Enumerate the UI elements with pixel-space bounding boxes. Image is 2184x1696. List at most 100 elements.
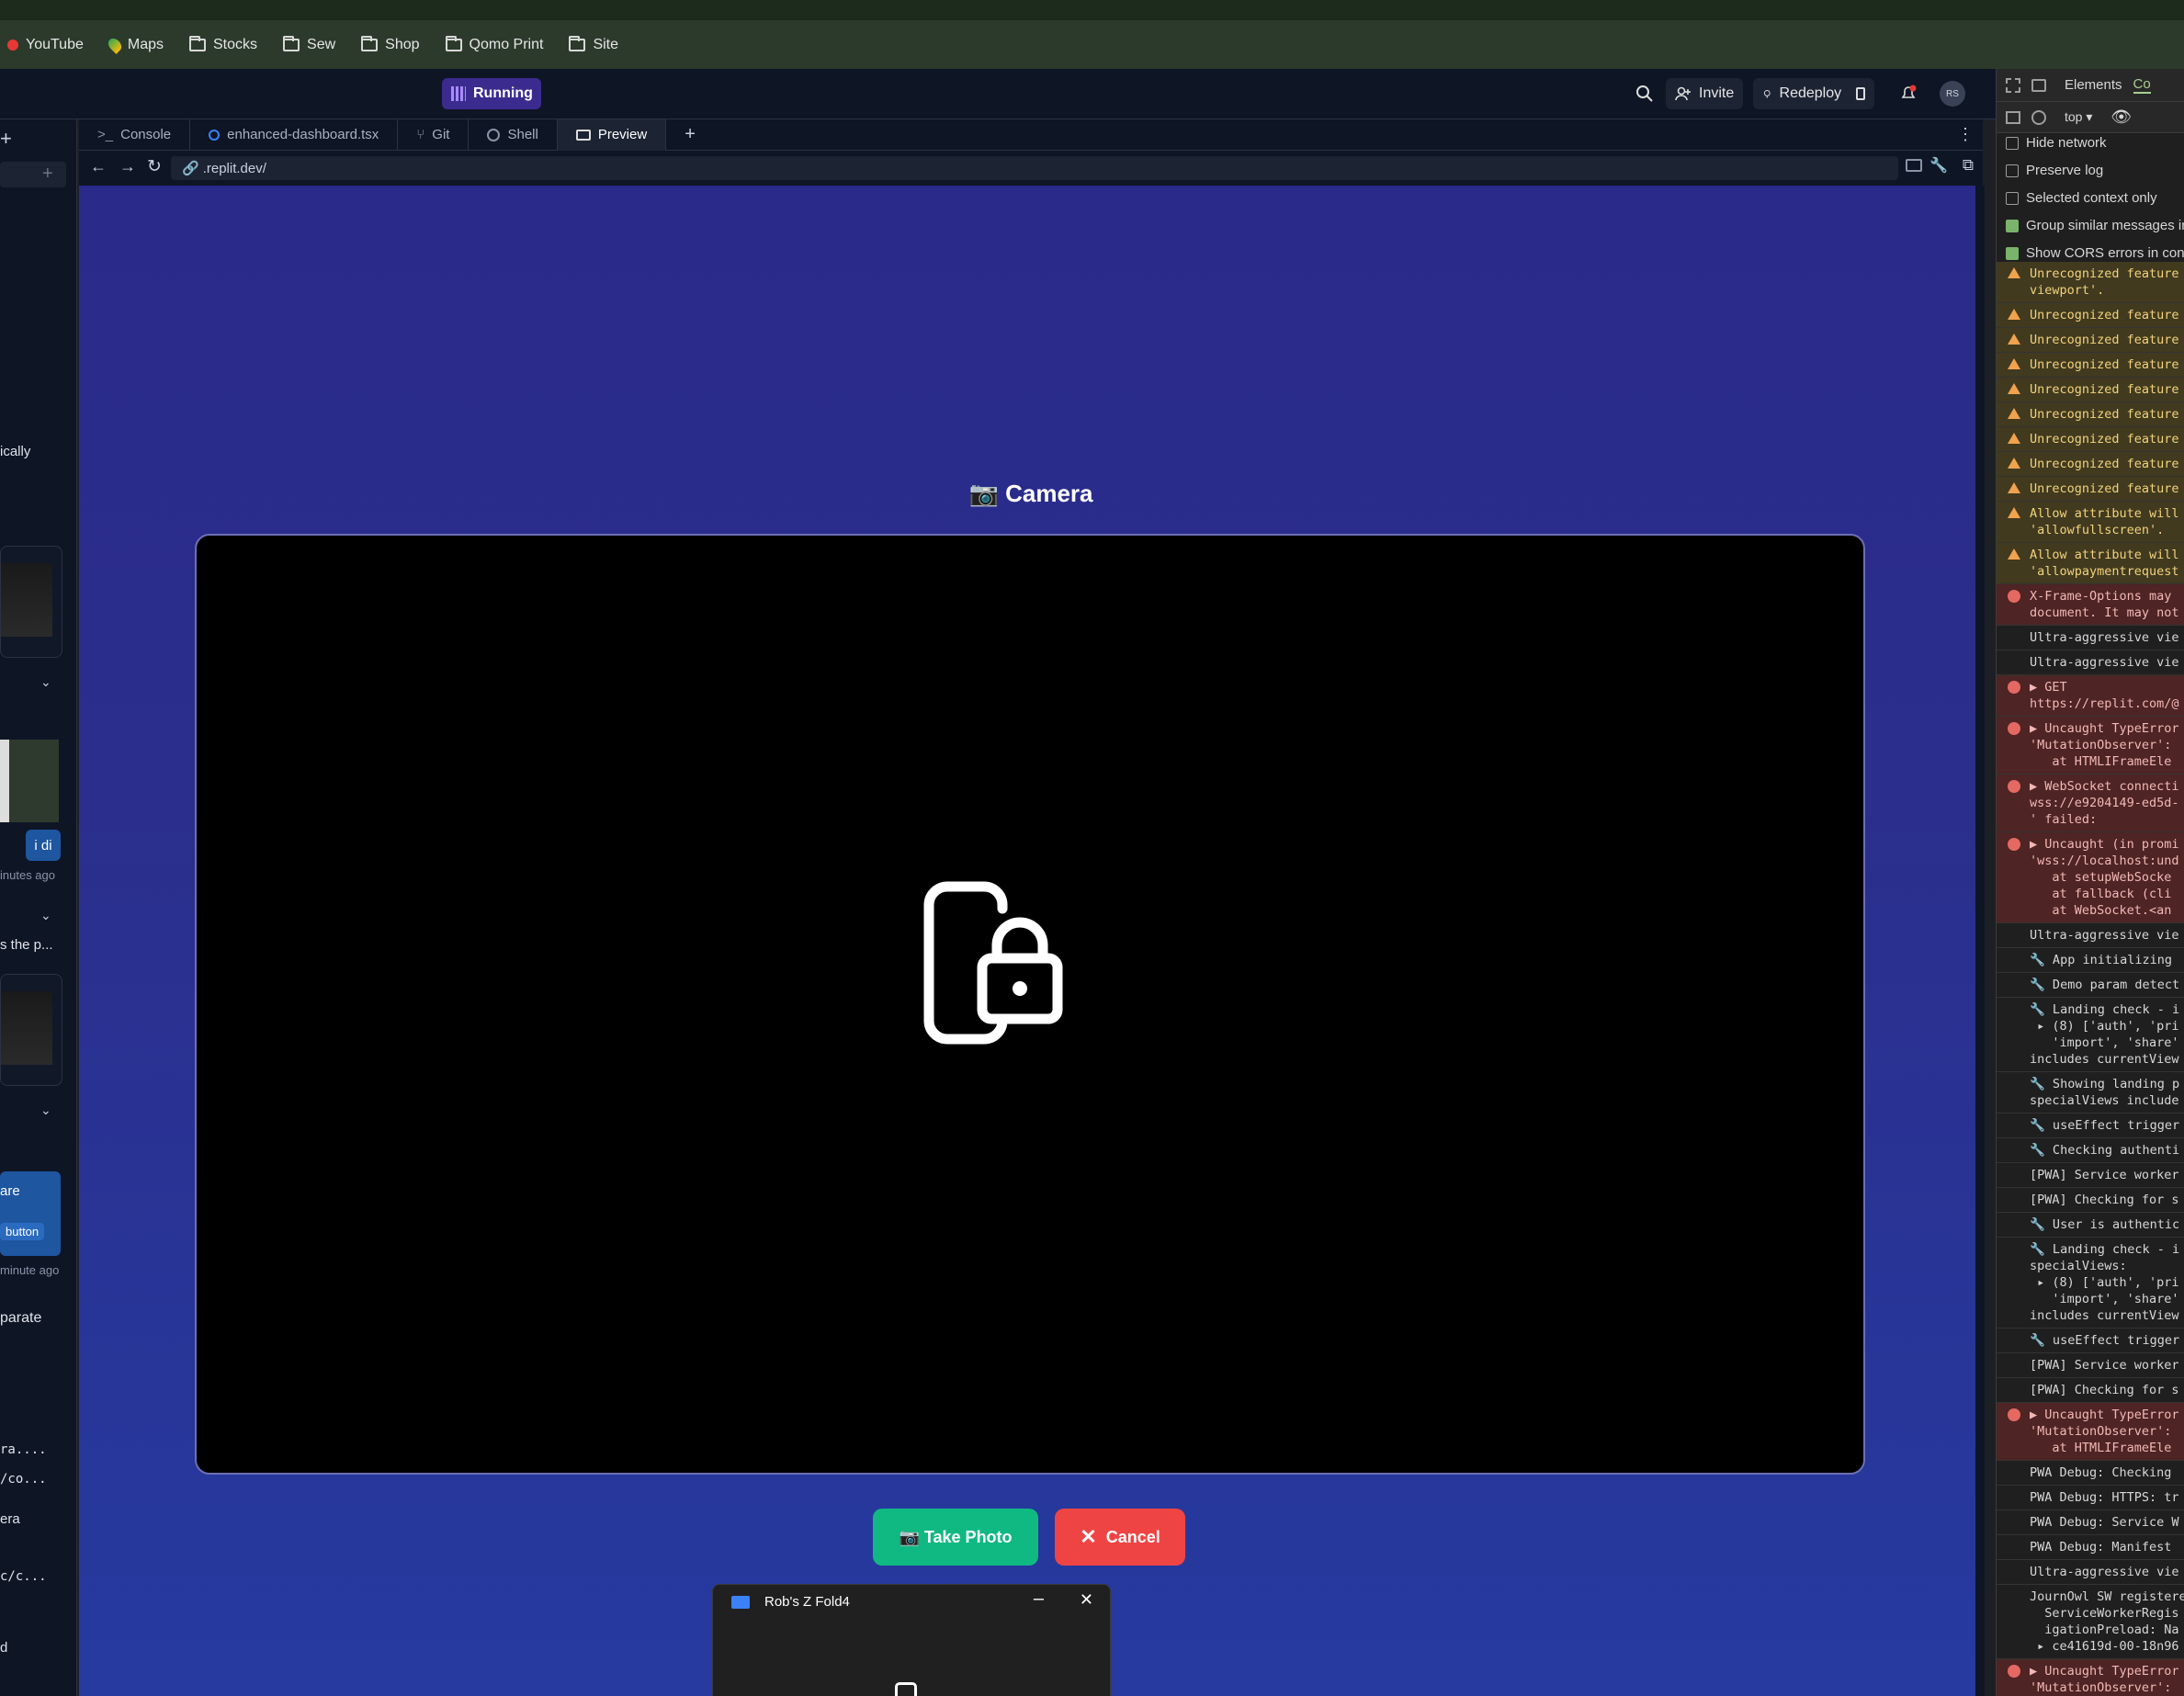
console-message[interactable]: Ultra-aggressive vie bbox=[1997, 1560, 2184, 1585]
tab-elements[interactable]: Elements bbox=[2065, 77, 2122, 93]
console-message[interactable]: 🔧 Landing check - i specialViews: ▸ (8) … bbox=[1997, 1238, 2184, 1329]
bookmark-youtube[interactable]: YouTube bbox=[0, 27, 96, 63]
bell-icon[interactable] bbox=[1898, 84, 1918, 104]
console-message[interactable]: 🔧 Demo param detect bbox=[1997, 973, 2184, 998]
console-warning[interactable]: Unrecognized feature bbox=[1997, 353, 2184, 378]
add-icon[interactable]: + bbox=[0, 127, 12, 151]
chevron-down-icon[interactable]: ⌄ bbox=[40, 908, 51, 923]
file-item[interactable]: ra.... bbox=[0, 1442, 47, 1457]
console-message[interactable]: 🔧 User is authentic bbox=[1997, 1213, 2184, 1238]
console-message[interactable]: 🔧 Landing check - i ▸ (8) ['auth', 'pri … bbox=[1997, 998, 2184, 1072]
console-message[interactable]: [PWA] Service worker bbox=[1997, 1353, 2184, 1378]
console-message[interactable]: Ultra-aggressive vie bbox=[1997, 923, 2184, 948]
new-item-icon[interactable]: + bbox=[42, 164, 53, 185]
run-status-button[interactable]: Running bbox=[442, 78, 541, 109]
checkbox[interactable] bbox=[2006, 164, 2019, 177]
console-error[interactable]: ▶ Uncaught TypeError 'MutationObserver':… bbox=[1997, 1403, 2184, 1461]
wrench-icon[interactable]: 🔧 bbox=[1929, 156, 1948, 175]
console-error[interactable]: X-Frame-Options may document. It may not bbox=[1997, 584, 2184, 626]
screenshot-thumbnail[interactable] bbox=[0, 974, 62, 1086]
console-message[interactable]: PWA Debug: Checking bbox=[1997, 1461, 2184, 1486]
cancel-button[interactable]: ✕ Cancel bbox=[1055, 1509, 1185, 1566]
console-error[interactable]: ▶ Uncaught TypeError 'MutationObserver':… bbox=[1997, 717, 2184, 775]
console-message[interactable]: 🔧 Showing landing p specialViews include bbox=[1997, 1072, 2184, 1114]
chevron-down-icon[interactable]: ⌄ bbox=[40, 674, 51, 690]
minimize-icon[interactable]: – bbox=[1034, 1589, 1044, 1610]
hide-network-option[interactable]: Hide network bbox=[2006, 135, 2107, 151]
checkbox[interactable] bbox=[2006, 191, 2019, 205]
tab-enhanced-dashboard[interactable]: enhanced-dashboard.tsx bbox=[190, 119, 399, 151]
devices-icon[interactable] bbox=[1906, 159, 1922, 172]
search-icon[interactable] bbox=[1635, 84, 1655, 104]
console-message[interactable]: [PWA] Checking for s bbox=[1997, 1378, 2184, 1403]
eye-icon[interactable]: 👁 bbox=[2110, 107, 2132, 127]
console-error[interactable]: ▶ Uncaught (in promi 'wss://localhost:un… bbox=[1997, 832, 2184, 923]
console-warning[interactable]: Unrecognized feature bbox=[1997, 378, 2184, 402]
tab-console[interactable]: >_ Console bbox=[79, 119, 191, 151]
context-select[interactable]: top ▾ bbox=[2065, 109, 2092, 125]
device-toolbar-icon[interactable] bbox=[2031, 78, 2046, 92]
console-error[interactable]: ▶ GET https://replit.com/@ bbox=[1997, 675, 2184, 717]
console-warning[interactable]: Unrecognized feature bbox=[1997, 328, 2184, 353]
console-warning[interactable]: Unrecognized feature bbox=[1997, 303, 2184, 328]
tab-preview[interactable]: Preview bbox=[557, 119, 667, 151]
console-error[interactable]: ▶ Uncaught TypeError 'MutationObserver':… bbox=[1997, 1659, 2184, 1696]
console-message[interactable]: Ultra-aggressive vie bbox=[1997, 650, 2184, 675]
console-message[interactable]: PWA Debug: Service W bbox=[1997, 1510, 2184, 1535]
reload-icon[interactable]: ↻ bbox=[147, 156, 162, 177]
chevron-down-icon[interactable]: ⌄ bbox=[40, 1102, 51, 1118]
console-warning[interactable]: Allow attribute will 'allowfullscreen'. bbox=[1997, 502, 2184, 543]
inspect-icon[interactable] bbox=[2006, 77, 2020, 93]
console-warning[interactable]: Unrecognized feature bbox=[1997, 402, 2184, 427]
bookmark-sew[interactable]: Sew bbox=[270, 27, 348, 63]
preserve-log-option[interactable]: Preserve log bbox=[2006, 163, 2103, 178]
console-warning[interactable]: Allow attribute will 'allowpaymentreques… bbox=[1997, 543, 2184, 584]
tab-git[interactable]: ⑂ Git bbox=[398, 119, 470, 151]
show-cors-option[interactable]: Show CORS errors in conso bbox=[2006, 245, 2184, 261]
bookmark-qomo-print[interactable]: Qomo Print bbox=[433, 27, 557, 63]
console-warning[interactable]: Unrecognized feature bbox=[1997, 477, 2184, 502]
open-external-icon[interactable]: ⧉ bbox=[1963, 156, 1974, 175]
console-message[interactable]: 🔧 useEffect trigger bbox=[1997, 1114, 2184, 1138]
chat-input[interactable] bbox=[0, 162, 66, 187]
url-field[interactable]: 🔗 .replit.dev/ bbox=[171, 156, 1898, 180]
console-message[interactable]: PWA Debug: HTTPS: tr bbox=[1997, 1486, 2184, 1510]
console-message[interactable]: 🔧 useEffect trigger bbox=[1997, 1329, 2184, 1353]
console-message[interactable]: 🔧 App initializing bbox=[1997, 948, 2184, 973]
forward-arrow-icon[interactable]: → bbox=[119, 157, 136, 176]
preview-scrollbar[interactable] bbox=[1975, 186, 1985, 1696]
selected-context-option[interactable]: Selected context only bbox=[2006, 190, 2157, 206]
checkbox-checked[interactable] bbox=[2006, 246, 2019, 260]
file-item[interactable]: /co... bbox=[0, 1472, 47, 1487]
sidebar-icon[interactable] bbox=[2006, 110, 2020, 124]
console-warning[interactable]: Unrecognized feature viewport'. bbox=[1997, 262, 2184, 303]
screenshot-thumbnail[interactable] bbox=[0, 740, 59, 822]
file-item[interactable]: c/c... bbox=[0, 1569, 47, 1584]
console-message[interactable]: 🔧 Checking authenti bbox=[1997, 1138, 2184, 1163]
console-warning[interactable]: Unrecognized feature bbox=[1997, 427, 2184, 452]
bookmark-stocks[interactable]: Stocks bbox=[176, 27, 270, 63]
checkbox-checked[interactable] bbox=[2006, 219, 2019, 232]
bookmark-site[interactable]: Site bbox=[556, 27, 631, 63]
console-message[interactable]: JournOwl SW registere ServiceWorkerRegis… bbox=[1997, 1585, 2184, 1659]
add-tab-button[interactable]: + bbox=[666, 119, 714, 151]
redeploy-button[interactable]: Redeploy bbox=[1753, 78, 1874, 109]
tab-console[interactable]: Co bbox=[2133, 76, 2151, 94]
bookmark-shop[interactable]: Shop bbox=[348, 27, 432, 63]
console-message[interactable]: [PWA] Checking for s bbox=[1997, 1188, 2184, 1213]
clear-console-icon[interactable] bbox=[2031, 109, 2046, 125]
more-options-icon[interactable]: ⋮ bbox=[1957, 125, 1974, 144]
console-error[interactable]: ▶ WebSocket connecti wss://e9204149-ed5d… bbox=[1997, 775, 2184, 832]
console-message[interactable]: Ultra-aggressive vie bbox=[1997, 626, 2184, 650]
console-warning[interactable]: Unrecognized feature bbox=[1997, 452, 2184, 477]
tab-shell[interactable]: Shell bbox=[469, 119, 558, 151]
screenshot-thumbnail[interactable] bbox=[0, 546, 62, 658]
console-message[interactable]: [PWA] Service worker bbox=[1997, 1163, 2184, 1188]
take-photo-button[interactable]: 📷 Take Photo bbox=[873, 1509, 1038, 1566]
group-similar-option[interactable]: Group similar messages in bbox=[2006, 218, 2184, 233]
avatar[interactable]: RS bbox=[1940, 81, 1965, 107]
bookmark-maps[interactable]: Maps bbox=[96, 27, 176, 63]
back-arrow-icon[interactable]: ← bbox=[90, 157, 107, 176]
console-message[interactable]: PWA Debug: Manifest bbox=[1997, 1535, 2184, 1560]
checkbox[interactable] bbox=[2006, 136, 2019, 150]
